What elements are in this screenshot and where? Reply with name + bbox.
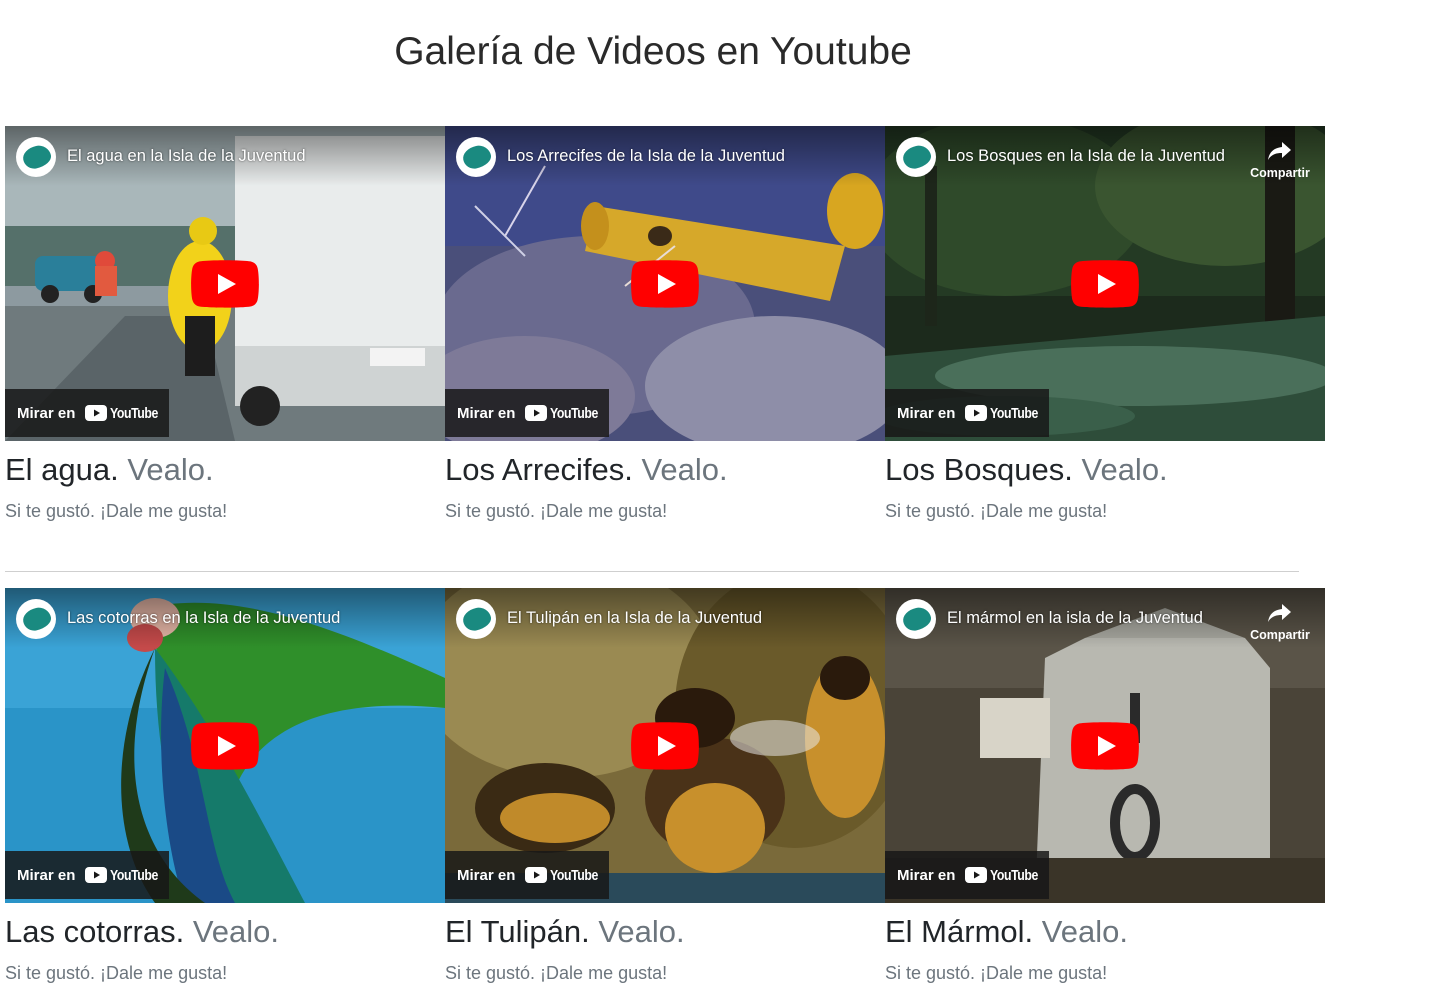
watch-on-label: Mirar en: [457, 866, 516, 884]
card-title: Los Arrecifes. Vealo.: [445, 452, 728, 487]
video-row-2: Las cotorras en la Isla de la Juventud M…: [5, 588, 1445, 1000]
share-arrow-icon: [1268, 142, 1291, 160]
youtube-play-icon: [965, 405, 988, 421]
card-text: Si te gustó. ¡Dale me gusta!: [5, 501, 228, 521]
video-title[interactable]: Los Arrecifes de la Isla de la Juventud: [507, 147, 795, 166]
video-card: Los Arrecifes de la Isla de la Juventud …: [445, 126, 885, 546]
card-link[interactable]: Vealo.: [193, 914, 279, 949]
video-card: El agua en la Isla de la Juventud Mirar …: [5, 126, 445, 546]
youtube-logo: YouTube: [965, 405, 1048, 422]
video-title[interactable]: El agua en la Isla de la Juventud: [67, 147, 355, 166]
video-title[interactable]: Los Bosques en la Isla de la Juventud: [947, 147, 1235, 166]
play-button-icon[interactable]: [631, 721, 699, 770]
card-text: Si te gustó. ¡Dale me gusta!: [445, 501, 668, 521]
card-text: Si te gustó. ¡Dale me gusta!: [5, 963, 228, 983]
card-link[interactable]: Vealo.: [598, 914, 684, 949]
watch-on-label: Mirar en: [17, 866, 76, 884]
card-text: Si te gustó. ¡Dale me gusta!: [885, 963, 1108, 983]
youtube-play-icon: [85, 867, 108, 883]
card-title: El agua. Vealo.: [5, 452, 214, 487]
video-embed[interactable]: Las cotorras en la Isla de la Juventud M…: [5, 588, 445, 903]
video-embed[interactable]: Los Arrecifes de la Isla de la Juventud …: [445, 126, 885, 441]
share-button[interactable]: Compartir: [1245, 602, 1315, 642]
video-embed[interactable]: El agua en la Isla de la Juventud Mirar …: [5, 126, 445, 441]
row-divider: [5, 571, 1299, 572]
page-title: Galería de Videos en Youtube: [394, 30, 912, 73]
video-card: Las cotorras en la Isla de la Juventud M…: [5, 588, 445, 1000]
video-embed[interactable]: Los Bosques en la Isla de la Juventud Co…: [885, 126, 1325, 441]
channel-avatar[interactable]: [16, 137, 56, 177]
share-arrow-icon: [1268, 604, 1291, 622]
play-button-icon[interactable]: [1071, 259, 1139, 308]
watch-on-youtube-button[interactable]: Mirar en YouTube: [885, 389, 1049, 437]
watch-on-label: Mirar en: [17, 404, 76, 422]
share-label: Compartir: [1250, 628, 1310, 642]
youtube-logo: YouTube: [965, 867, 1048, 884]
youtube-logo: YouTube: [525, 867, 608, 884]
card-link[interactable]: Vealo.: [1042, 914, 1128, 949]
youtube-play-icon: [525, 405, 548, 421]
channel-avatar[interactable]: [456, 137, 496, 177]
video-card: El Tulipán en la Isla de la Juventud Mir…: [445, 588, 885, 1000]
video-title[interactable]: El mármol en la isla de la Juventud: [947, 609, 1235, 628]
youtube-logo: YouTube: [85, 867, 168, 884]
video-title[interactable]: Las cotorras en la Isla de la Juventud: [67, 609, 355, 628]
card-title: El Tulipán. Vealo.: [445, 914, 685, 949]
share-label: Compartir: [1250, 166, 1310, 180]
channel-avatar[interactable]: [456, 599, 496, 639]
youtube-play-icon: [525, 867, 548, 883]
card-text: Si te gustó. ¡Dale me gusta!: [445, 963, 668, 983]
video-card: El mármol en la isla de la Juventud Comp…: [885, 588, 1325, 1000]
card-link[interactable]: Vealo.: [641, 452, 727, 487]
youtube-play-icon: [85, 405, 108, 421]
play-button-icon[interactable]: [191, 259, 259, 308]
play-button-icon[interactable]: [631, 259, 699, 308]
watch-on-label: Mirar en: [897, 404, 956, 422]
youtube-logo: YouTube: [85, 405, 168, 422]
card-link[interactable]: Vealo.: [127, 452, 213, 487]
share-button[interactable]: Compartir: [1245, 140, 1315, 180]
video-card: Los Bosques en la Isla de la Juventud Co…: [885, 126, 1325, 546]
video-embed[interactable]: El Tulipán en la Isla de la Juventud Mir…: [445, 588, 885, 903]
watch-on-youtube-button[interactable]: Mirar en YouTube: [885, 851, 1049, 899]
video-title[interactable]: El Tulipán en la Isla de la Juventud: [507, 609, 795, 628]
card-text: Si te gustó. ¡Dale me gusta!: [885, 501, 1108, 521]
watch-on-youtube-button[interactable]: Mirar en YouTube: [445, 851, 609, 899]
video-embed[interactable]: El mármol en la isla de la Juventud Comp…: [885, 588, 1325, 903]
youtube-play-icon: [965, 867, 988, 883]
watch-on-youtube-button[interactable]: Mirar en YouTube: [5, 389, 169, 437]
play-button-icon[interactable]: [1071, 721, 1139, 770]
channel-avatar[interactable]: [16, 599, 56, 639]
watch-on-label: Mirar en: [457, 404, 516, 422]
youtube-logo: YouTube: [525, 405, 608, 422]
watch-on-label: Mirar en: [897, 866, 956, 884]
card-title: Las cotorras. Vealo.: [5, 914, 280, 949]
watch-on-youtube-button[interactable]: Mirar en YouTube: [445, 389, 609, 437]
channel-avatar[interactable]: [896, 137, 936, 177]
play-button-icon[interactable]: [191, 721, 259, 770]
card-link[interactable]: Vealo.: [1081, 452, 1167, 487]
watch-on-youtube-button[interactable]: Mirar en YouTube: [5, 851, 169, 899]
card-title: Los Bosques. Vealo.: [885, 452, 1168, 487]
card-title: El Mármol. Vealo.: [885, 914, 1128, 949]
channel-avatar[interactable]: [896, 599, 936, 639]
video-row-1: El agua en la Isla de la Juventud Mirar …: [5, 126, 1445, 546]
